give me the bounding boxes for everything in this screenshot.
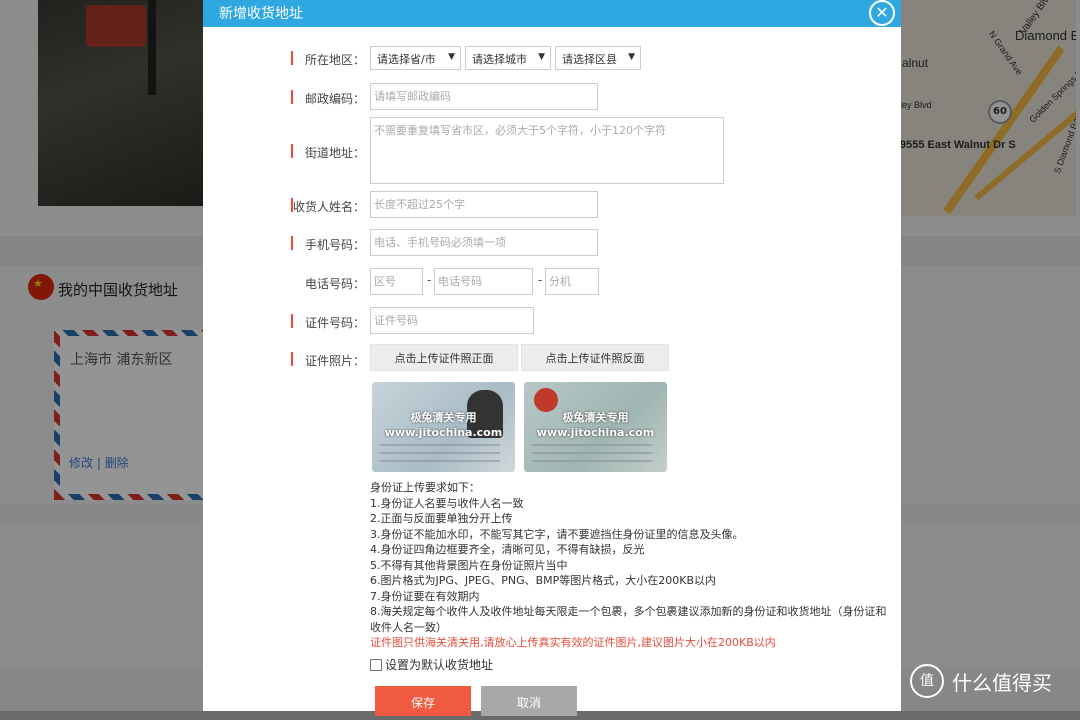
province-select-value: 请选择省/市	[377, 53, 436, 66]
card-watermark-line1: 极兔清关专用	[410, 411, 477, 424]
id-number-label: 证件号码：	[304, 316, 365, 330]
watermark-logo-icon: 值	[910, 664, 944, 698]
postcode-label: 邮政编码：	[304, 92, 365, 106]
cancel-button[interactable]: 取消	[481, 686, 577, 716]
province-select[interactable]: 请选择省/市 ▼	[370, 46, 461, 70]
mobile-input[interactable]: 电话、手机号码必须填一项	[370, 229, 598, 256]
upload-warning: 证件图只供海关清关用,请放心上传真实有效的证件图片,建议图片大小在200KB以内	[370, 636, 776, 649]
phone-separator: -	[427, 273, 432, 287]
phone-label: 电话号码：	[304, 277, 365, 291]
default-address-label: 设置为默认收货地址	[385, 658, 494, 672]
default-address-option: 设置为默认收货地址	[370, 656, 493, 673]
requirement-item: 2.正面与反面要单独分开上传	[370, 512, 513, 525]
card-watermark: 极兔清关专用 www.jitochina.com	[524, 410, 667, 440]
extension-input[interactable]: 分机	[545, 268, 599, 295]
national-emblem-icon	[534, 388, 558, 412]
card-watermark-line2: www.jitochina.com	[384, 426, 503, 439]
dialog-title: 新增收货地址	[219, 6, 303, 22]
card-watermark-line1: 极兔清关专用	[562, 411, 629, 424]
dropdown-arrow-icon: ▼	[448, 52, 455, 62]
requirement-item: 6.图片格式为JPG、JPEG、PNG、BMP等图片格式，大小在200KB以内	[370, 574, 717, 587]
card-watermark-line2: www.jitochina.com	[536, 426, 655, 439]
mobile-label: 手机号码：	[304, 238, 365, 252]
region-label: 所在地区：	[304, 53, 365, 67]
requirements-title: 身份证上传要求如下：	[370, 481, 480, 494]
upload-front-button[interactable]: 点击上传证件照正面	[370, 344, 518, 371]
phone-separator: -	[538, 273, 543, 287]
card-text-lines	[532, 444, 652, 446]
id-card-front-sample: 极兔清关专用 www.jitochina.com	[372, 382, 515, 472]
requirement-item: 1.身份证人名要与收件人名一致	[370, 496, 524, 510]
card-watermark: 极兔清关专用 www.jitochina.com	[372, 410, 515, 440]
city-select-value: 请选择城市	[472, 53, 527, 66]
card-text-lines	[380, 444, 500, 446]
dropdown-arrow-icon: ▼	[538, 52, 545, 62]
upload-requirements: 身份证上传要求如下： 1.身份证人名要与收件人名一致 2.正面与反面要单独分开上…	[370, 480, 890, 651]
postcode-input[interactable]: 请填写邮政编码	[370, 83, 598, 110]
district-select-value: 请选择区县	[562, 53, 617, 66]
save-button[interactable]: 保存	[375, 686, 471, 716]
city-select[interactable]: 请选择城市 ▼	[465, 46, 551, 70]
requirement-item: 4.身份证四角边框要齐全，清晰可见，不得有缺损，反光	[370, 543, 645, 556]
dropdown-arrow-icon: ▼	[628, 52, 635, 62]
id-number-input[interactable]: 证件号码	[370, 307, 534, 334]
add-address-dialog: 新增收货地址 所在地区： 请选择省/市 ▼ 请选择城市 ▼ 请选择区县 ▼ 邮政编码：…	[203, 0, 901, 716]
requirement-item: 7.身份证要在有效期内	[370, 589, 480, 603]
area-code-input[interactable]: 区号	[370, 268, 423, 295]
recipient-name-input[interactable]: 长度不超过25个字	[370, 191, 598, 218]
upload-back-button[interactable]: 点击上传证件照反面	[521, 344, 669, 371]
street-textarea[interactable]: 不需要重复填写省市区，必须大于5个字符，小于120个字符	[370, 117, 724, 184]
street-label: 街道地址：	[304, 146, 365, 160]
name-label: 收货人姓名：	[292, 200, 365, 214]
requirement-item: 8.海关规定每个收件人及收件地址每天限走一个包裹，多个包裹建议添加新的身份证和收…	[370, 605, 887, 634]
phone-number-input[interactable]: 电话号码	[434, 268, 533, 295]
district-select[interactable]: 请选择区县 ▼	[555, 46, 641, 70]
requirement-item: 3.身份证不能加水印，不能写其它字，请不要遮挡住身份证里的信息及头像。	[370, 527, 744, 541]
default-address-checkbox[interactable]	[370, 658, 382, 671]
watermark-text: 什么值得买	[952, 670, 1052, 695]
site-watermark: 值 什么值得买	[910, 664, 1052, 698]
dialog-header: 新增收货地址	[203, 0, 901, 27]
id-photo-label: 证件照片：	[304, 354, 365, 368]
id-card-back-sample: 极兔清关专用 www.jitochina.com	[524, 382, 667, 472]
close-icon[interactable]: ✕	[869, 0, 895, 26]
requirement-item: 5.不得有其他背景图片在身份证照片当中	[370, 558, 568, 572]
